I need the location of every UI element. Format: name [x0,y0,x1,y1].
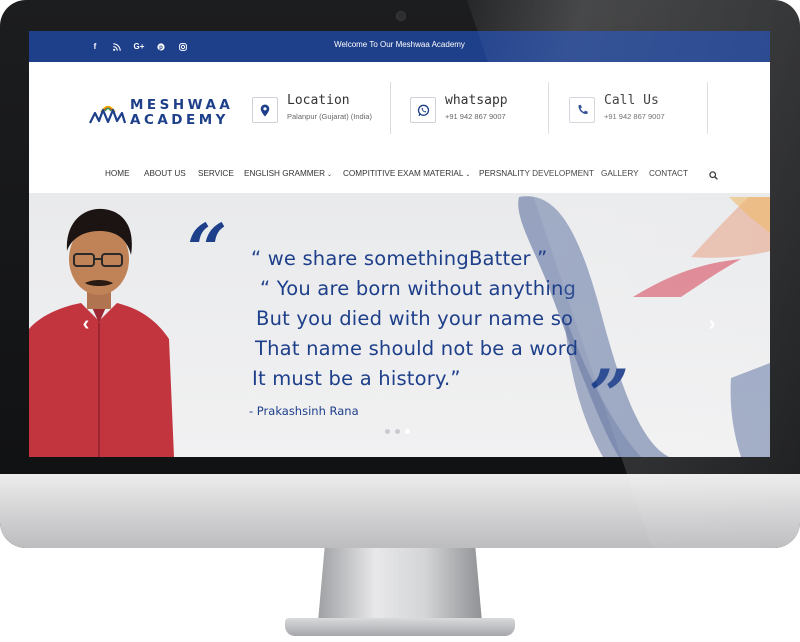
main-nav: HOME ABOUT US SERVICE ENGLISH GRAMMER ⌄ C… [29,158,770,192]
website-screen: f G+ p Welcome To Our Meshwaa Academy ME… [29,31,770,457]
monitor-stand-base [285,618,515,636]
slider-next-arrow[interactable]: › [705,314,719,334]
whatsapp-icon [417,104,429,116]
chevron-down-icon: ⌄ [465,172,471,178]
call-info: Call Us +91 942 867 9007 [569,82,709,134]
slider-dot[interactable] [385,429,390,434]
whatsapp-title: whatsapp [445,93,508,108]
quote-line: “ You are born without anything [260,277,577,300]
logo-text-line1: MESHWAA [130,97,234,113]
nav-english-grammer[interactable]: ENGLISH GRAMMER ⌄ [244,169,332,178]
quote-block: “ we share somethingBatter ” “ You are b… [251,193,671,433]
webcam [396,11,406,21]
logo-text-line2: ACADEMY [130,112,229,128]
founder-photo [29,208,174,457]
nav-persnality[interactable]: PERSNALITY DEVELOPMENT [479,169,594,178]
quote-line: But you died with your name so [256,307,574,330]
nav-english-label: ENGLISH GRAMMER [244,169,325,178]
site-logo[interactable]: MESHWAA ACADEMY [89,97,231,129]
divider [390,82,391,134]
hero-slider: “ ” “ we share somethingBatter ” “ You a… [29,193,770,457]
search-icon[interactable] [709,167,719,180]
slider-pagination [385,429,410,434]
welcome-text: Welcome To Our Meshwaa Academy [334,40,465,49]
nav-contact[interactable]: CONTACT [649,169,688,178]
quote-line: That name should not be a word [255,337,579,360]
nav-service[interactable]: SERVICE [198,169,234,178]
call-title: Call Us [604,93,659,108]
nav-compititive-exam[interactable]: COMPITITIVE EXAM MATERIAL ⌄ [343,169,470,178]
slider-dot[interactable] [395,429,400,434]
phone-icon [577,104,588,114]
location-info: Location Palanpur (Gujarat) (India) [252,82,392,134]
call-number[interactable]: +91 942 867 9007 [604,112,665,121]
site-header: MESHWAA ACADEMY Location Palanpur (Gujar… [29,62,770,158]
quote-line: “ we share somethingBatter ” [251,247,548,270]
whatsapp-info: whatsapp +91 942 867 9007 [410,82,550,134]
academy-logo-icon [89,105,127,124]
whatsapp-number[interactable]: +91 942 867 9007 [445,112,506,121]
slider-dot-active[interactable] [405,429,410,434]
top-bar: f G+ p Welcome To Our Meshwaa Academy [29,31,770,62]
quote-author: - Prakashsinh Rana [249,404,359,418]
nav-exam-label: COMPITITIVE EXAM MATERIAL [343,169,464,178]
map-pin-icon [260,104,270,116]
open-quote-mark: “ [187,208,227,291]
nav-home[interactable]: HOME [105,169,130,178]
nav-about-us[interactable]: ABOUT US [144,169,186,178]
divider [707,82,708,134]
quote-line: It must be a history.” [252,367,461,390]
slider-prev-arrow[interactable]: ‹ [79,314,93,334]
monitor-bezel: f G+ p Welcome To Our Meshwaa Academy ME… [0,0,800,548]
location-title: Location [287,93,350,108]
monitor-stand-neck [318,548,482,622]
divider [548,82,549,134]
location-address: Palanpur (Gujarat) (India) [287,112,373,121]
nav-gallery[interactable]: GALLERY [601,169,639,178]
chevron-down-icon: ⌄ [326,172,333,178]
monitor-chin [0,474,800,548]
